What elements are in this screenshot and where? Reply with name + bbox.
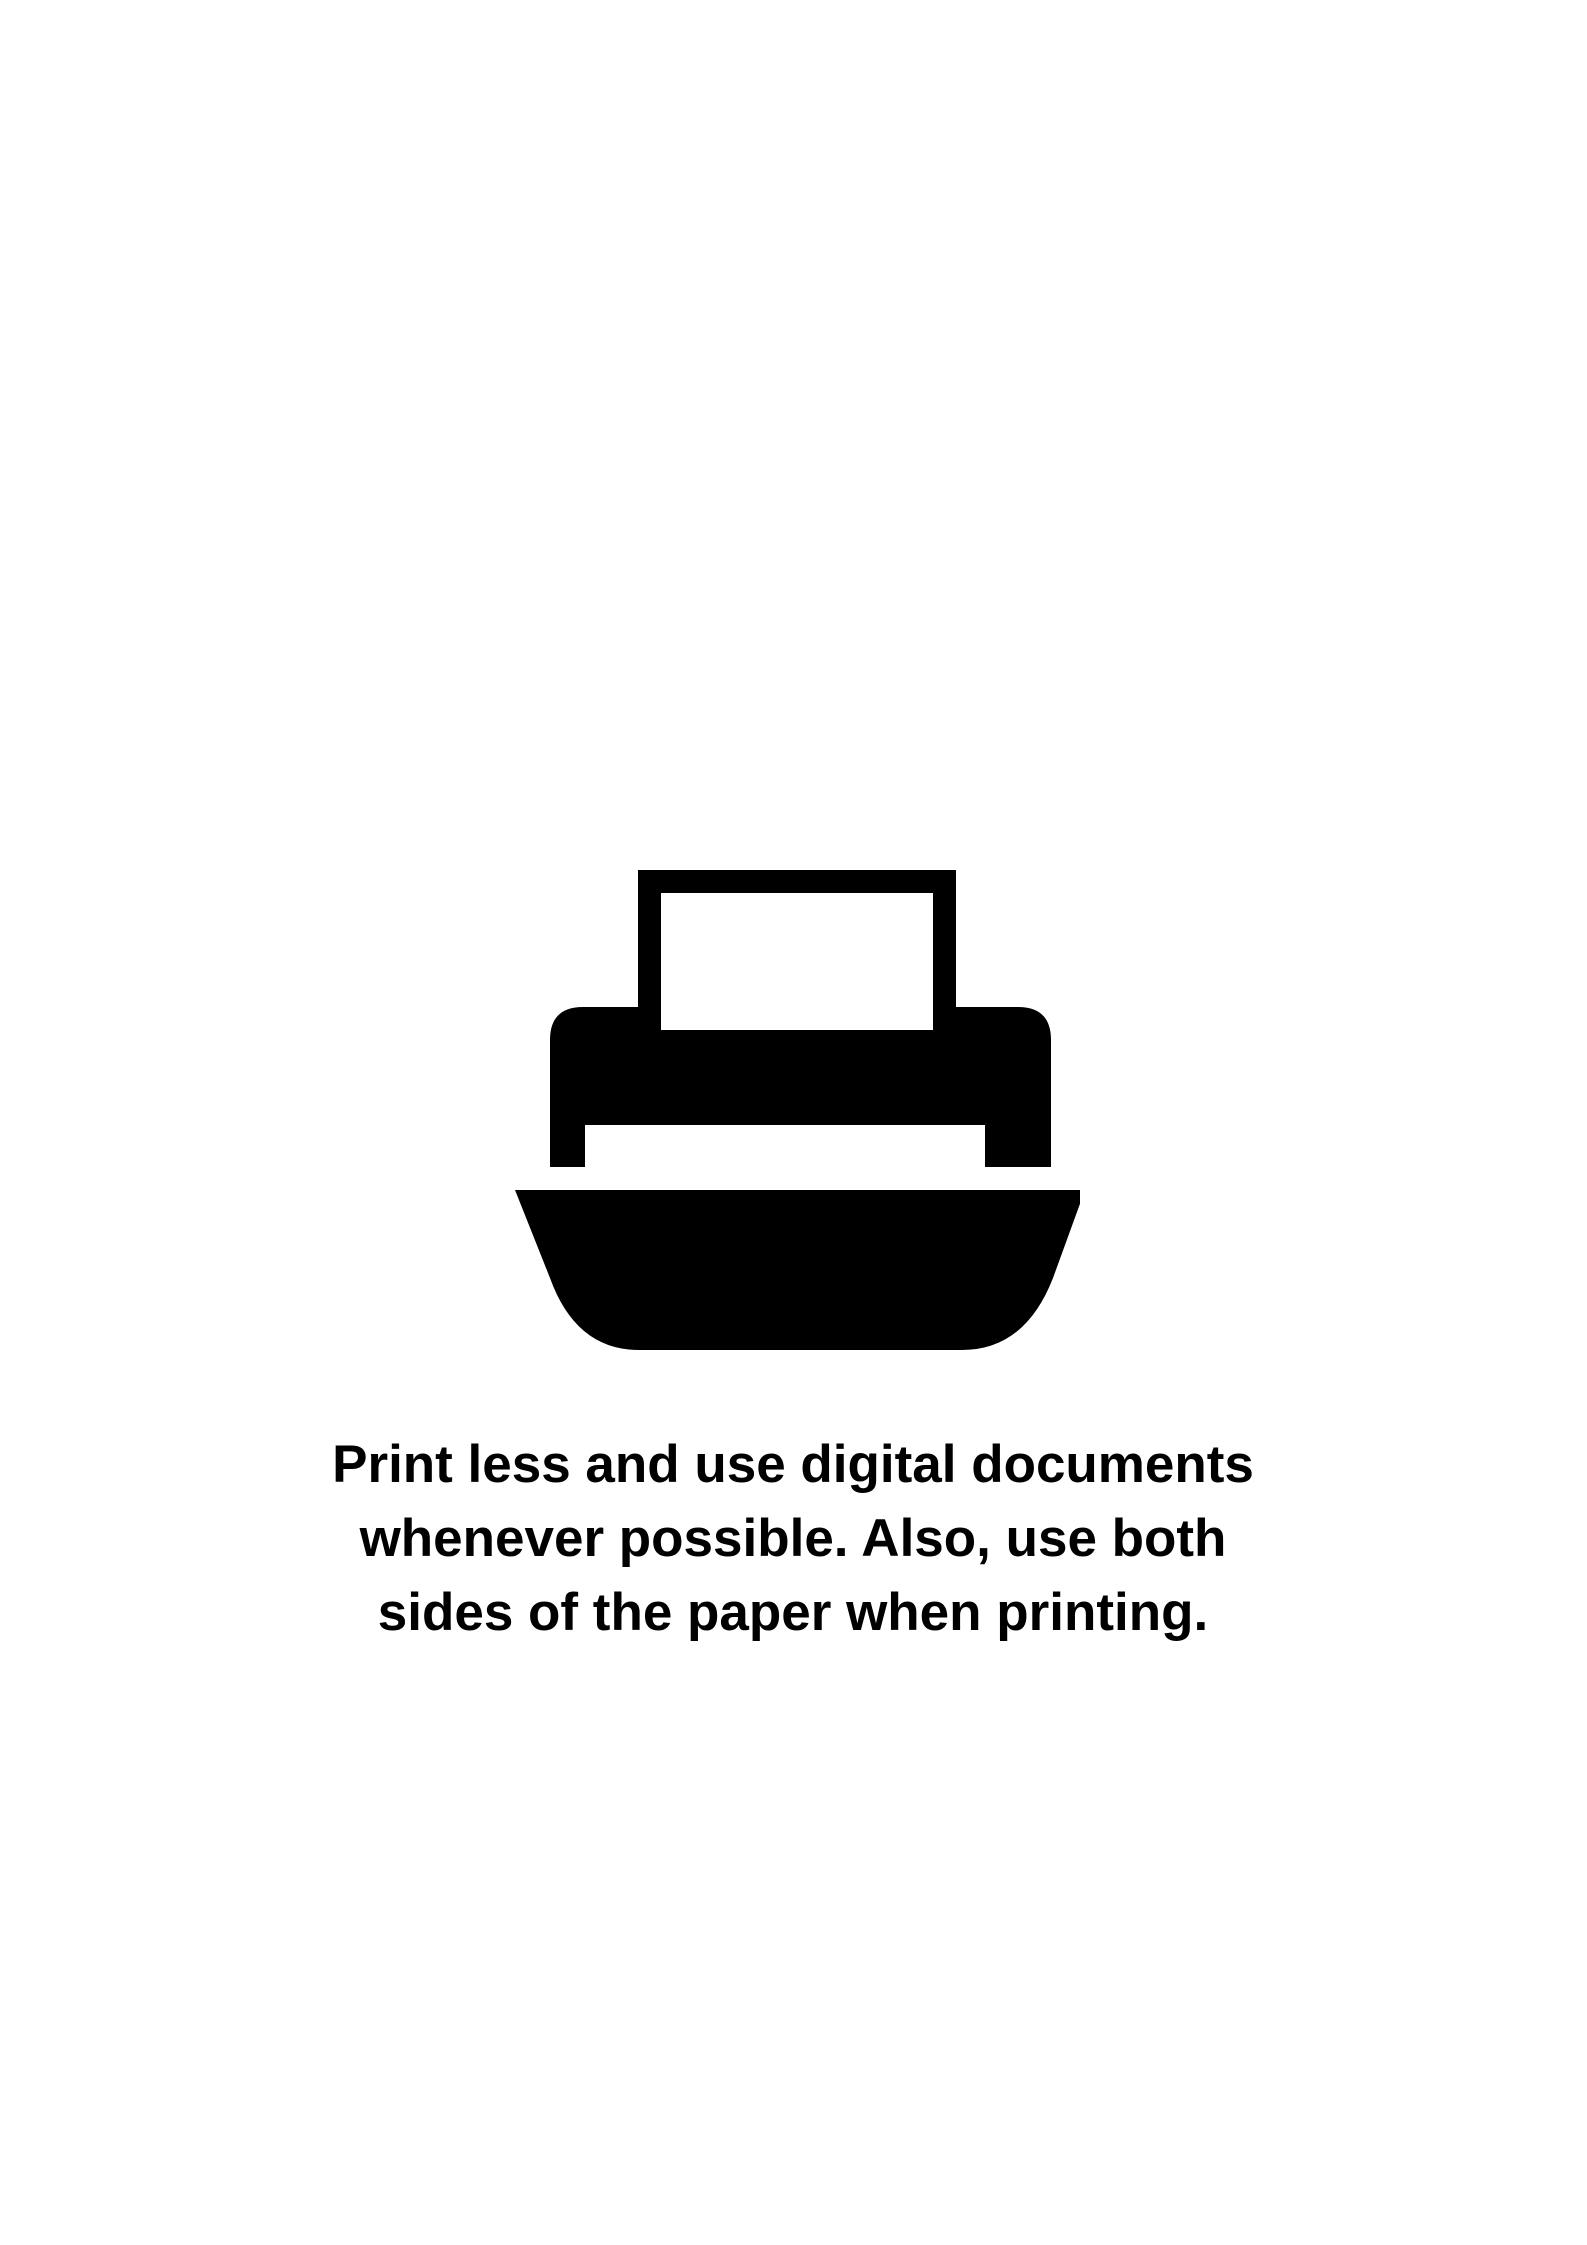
tip-line-2: whenever possible. Also, use both — [359, 1509, 1227, 1568]
document-page: Print less and use digital documents whe… — [0, 0, 1587, 2245]
paper-sheet — [638, 870, 956, 1030]
tip-line-3: sides of the paper when printing. — [377, 1583, 1209, 1642]
printer-graphic — [515, 870, 1080, 1350]
tip-line-1: Print less and use digital documents — [332, 1435, 1254, 1494]
printer-body — [550, 1007, 1051, 1167]
tip-message: Print less and use digital documents whe… — [243, 1428, 1343, 1650]
printer-icon — [510, 870, 1080, 1390]
output-tray — [515, 1190, 1080, 1350]
